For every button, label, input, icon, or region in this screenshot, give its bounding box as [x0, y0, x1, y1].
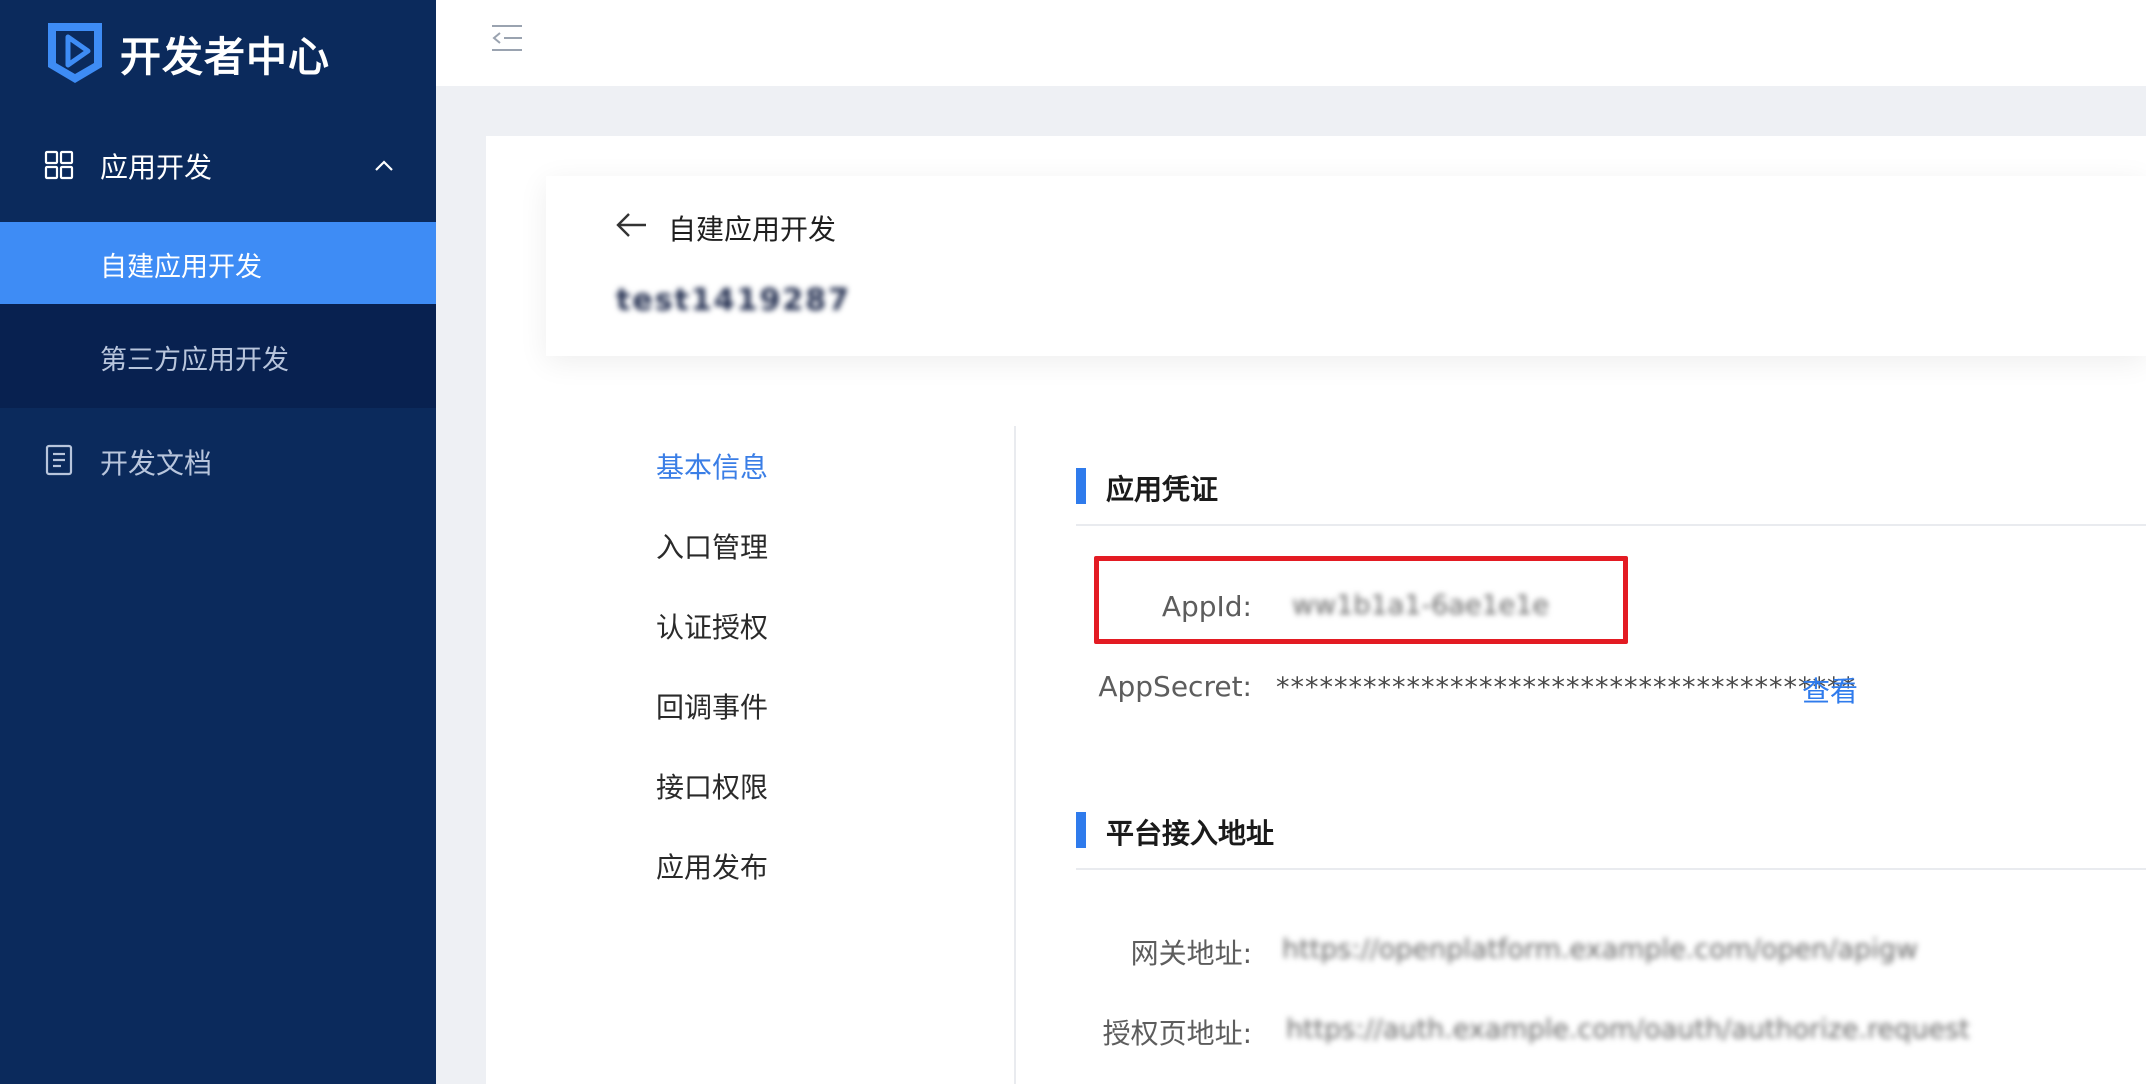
auth-page-value: https://auth.example.com/oauth/authorize…	[1286, 1014, 1970, 1045]
section-title-platform: 平台接入地址	[1106, 817, 1275, 850]
grid-apps-icon	[44, 150, 74, 180]
page-title: 自建应用开发	[668, 213, 837, 246]
section-accent-bar	[1076, 468, 1086, 504]
play-shield-logo-icon	[48, 23, 102, 83]
section-title-credentials: 应用凭证	[1106, 473, 1219, 506]
sidebar-item-third-party-app[interactable]: 第三方应用开发	[0, 304, 436, 408]
section-divider	[1076, 524, 2146, 526]
document-icon	[45, 444, 73, 476]
tab-callback-events[interactable]: 回调事件	[656, 686, 768, 726]
view-secret-link[interactable]: 查看	[1802, 670, 1858, 710]
gateway-value: https://openplatform.example.com/open/ap…	[1282, 934, 1918, 965]
auth-page-label: 授权页地址:	[1102, 1017, 1252, 1050]
sidebar: 开发者中心 应用开发 自建应用开发 第三方应用开发 开发文档	[0, 0, 436, 1084]
app-name: test1419287	[616, 283, 852, 318]
tabs-divider	[1014, 426, 1016, 1084]
section-accent-bar	[1076, 812, 1086, 848]
app-header-card	[546, 176, 2146, 356]
sidebar-item-label: 开发文档	[100, 447, 213, 480]
sidebar-item-docs[interactable]: 开发文档	[0, 418, 436, 502]
appsecret-value: ****************************************	[1276, 672, 1856, 703]
sidebar-item-label: 第三方应用开发	[100, 345, 289, 376]
tab-entry-management[interactable]: 入口管理	[656, 526, 768, 566]
appsecret-label: AppSecret:	[1098, 670, 1252, 703]
top-bar	[436, 0, 2146, 86]
gateway-label: 网关地址:	[1130, 937, 1252, 970]
tab-api-permissions[interactable]: 接口权限	[656, 766, 768, 806]
brand[interactable]: 开发者中心	[44, 18, 330, 88]
section-divider	[1076, 868, 2146, 870]
appid-highlight-box	[1094, 556, 1628, 644]
brand-title: 开发者中心	[120, 33, 330, 81]
sidebar-item-label: 自建应用开发	[100, 252, 262, 283]
tab-auth[interactable]: 认证授权	[656, 606, 768, 646]
sidebar-item-self-built-app[interactable]: 自建应用开发	[0, 222, 436, 304]
sidebar-group-app-dev[interactable]: 应用开发	[0, 120, 436, 210]
sidebar-group-label: 应用开发	[100, 151, 213, 184]
chevron-up-icon[interactable]	[372, 154, 396, 178]
collapse-menu-icon[interactable]	[490, 22, 524, 54]
tab-app-publish[interactable]: 应用发布	[656, 846, 768, 886]
tab-basic-info[interactable]: 基本信息	[656, 446, 768, 486]
arrow-left-icon[interactable]	[614, 210, 650, 240]
